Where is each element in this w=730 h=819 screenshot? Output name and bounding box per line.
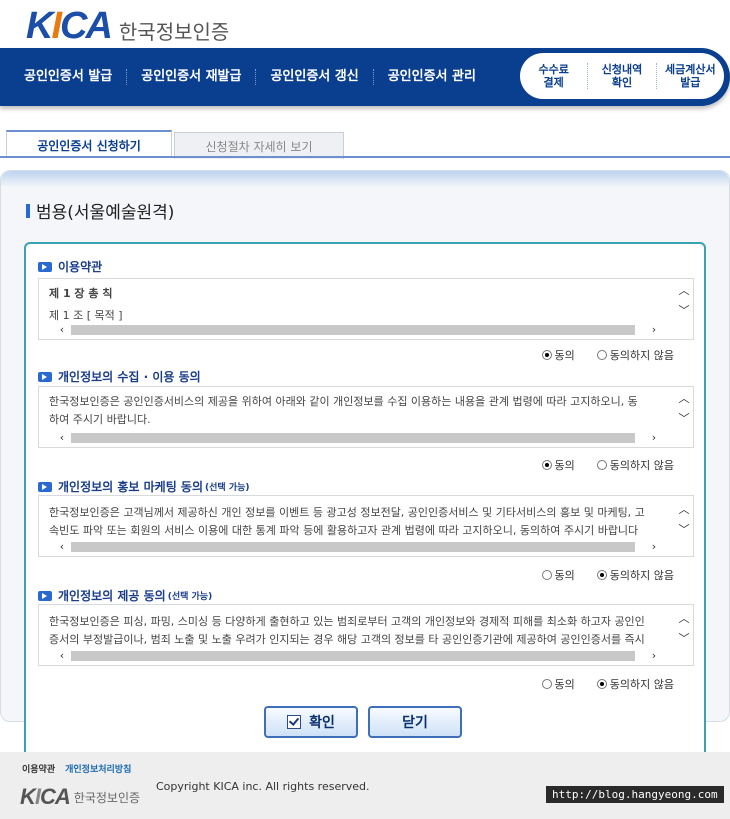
section-title-marketing: 개인정보의 홍보 마케팅 동의 (선택 가능)	[38, 478, 250, 495]
scroll-right-icon[interactable]: ›	[647, 324, 661, 336]
scroll-down-icon[interactable]: ﹀	[677, 633, 691, 645]
footer: 이용약관 개인정보처리방침 KICA 한국정보인증 Copyright KICA…	[0, 752, 730, 819]
nav-item-renew[interactable]: 공인인증서 갱신	[256, 69, 374, 85]
scroll-up-icon[interactable]: ︿	[677, 285, 691, 297]
scroll-thumb[interactable]	[71, 651, 635, 661]
provision-consent: 동의 동의하지 않음	[541, 676, 674, 692]
scroll-up-icon[interactable]: ︿	[677, 613, 691, 625]
section-title-privacy-collection: 개인정보의 수집 · 이용 동의	[38, 368, 201, 385]
close-button[interactable]: 닫기	[368, 706, 462, 738]
copyright: Copyright KICA inc. All rights reserved.	[156, 780, 370, 793]
scroll-down-icon[interactable]: ﹀	[677, 413, 691, 425]
scroll-thumb[interactable]	[71, 433, 635, 443]
kica-logo[interactable]: KICA 한국정보인증	[26, 6, 229, 46]
footer-link-privacy[interactable]: 개인정보처리방침	[65, 762, 131, 775]
terms-textbox[interactable]: 제 1 장 총 칙 제 1 조 [ 목적 ] ︿ ﹀ ‹ ›	[38, 278, 694, 340]
tab-bar: 공인인증서 신청하기 신청절차 자세히 보기	[6, 130, 344, 159]
scroll-thumb[interactable]	[71, 325, 635, 335]
scroll-left-icon[interactable]: ‹	[55, 650, 69, 662]
scroll-down-icon[interactable]: ﹀	[677, 524, 691, 536]
terms-agree-radio[interactable]: 동의	[541, 347, 575, 363]
provision-disagree-radio[interactable]: 동의하지 않음	[596, 676, 674, 692]
horizontal-scrollbar[interactable]: ‹ ›	[39, 647, 677, 665]
page-title: 범용(서울예술원격)	[26, 198, 174, 223]
logo-name: 한국정보인증	[118, 19, 230, 44]
scroll-left-icon[interactable]: ‹	[55, 432, 69, 444]
logo-mark: KICA	[26, 5, 113, 47]
play-icon	[38, 371, 52, 382]
play-icon	[38, 261, 52, 272]
scroll-up-icon[interactable]: ︿	[677, 393, 691, 405]
scroll-down-icon[interactable]: ﹀	[677, 305, 691, 317]
scroll-right-icon[interactable]: ›	[647, 650, 661, 662]
scroll-thumb[interactable]	[71, 542, 635, 552]
nav-item-reissue[interactable]: 공인인증서 재발급	[127, 69, 257, 85]
sub-nav-fee-payment[interactable]: 수수료 결제	[520, 63, 589, 89]
action-buttons: 확인 닫기	[264, 706, 462, 738]
scroll-up-icon[interactable]: ︿	[677, 504, 691, 516]
horizontal-scrollbar[interactable]: ‹ ›	[39, 429, 677, 447]
privacy-collection-textbox[interactable]: 한국정보인증은 공인인증서비스의 제공을 위하여 아래와 같이 개인정보를 수집…	[38, 386, 694, 448]
marketing-textbox[interactable]: 한국정보인증은 고객님께서 제공하신 개인 정보를 이벤트 등 광고성 정보전달…	[38, 495, 694, 557]
checkbox-icon	[287, 715, 302, 729]
sub-nav-application-history[interactable]: 신청내역 확인	[588, 63, 657, 89]
marketing-disagree-radio[interactable]: 동의하지 않음	[596, 567, 674, 583]
marketing-consent: 동의 동의하지 않음	[541, 567, 674, 583]
confirm-button[interactable]: 확인	[264, 706, 358, 738]
privacy-collection-consent: 동의 동의하지 않음	[541, 457, 674, 473]
vertical-scrollbar[interactable]: ︿ ﹀	[675, 279, 693, 323]
watermark: http://blog.hangyeong.com	[546, 786, 724, 803]
nav-item-manage[interactable]: 공인인증서 관리	[374, 69, 490, 85]
section-title-terms: 이용약관	[38, 258, 102, 275]
terms-disagree-radio[interactable]: 동의하지 않음	[596, 347, 674, 363]
privacy-collection-agree-radio[interactable]: 동의	[541, 457, 575, 473]
tab-divider	[0, 156, 730, 158]
horizontal-scrollbar[interactable]: ‹ ›	[39, 321, 677, 339]
main-navbar: 공인인증서 발급 공인인증서 재발급 공인인증서 갱신 공인인증서 관리 수수료…	[0, 48, 730, 106]
horizontal-scrollbar[interactable]: ‹ ›	[39, 538, 677, 556]
scroll-right-icon[interactable]: ›	[647, 432, 661, 444]
vertical-scrollbar[interactable]: ︿ ﹀	[675, 387, 693, 431]
scroll-right-icon[interactable]: ›	[647, 541, 661, 553]
vertical-scrollbar[interactable]: ︿ ﹀	[675, 496, 693, 540]
nav-item-issue[interactable]: 공인인증서 발급	[0, 69, 128, 85]
provision-textbox[interactable]: 한국정보인증은 피싱, 파밍, 스미싱 등 다양하게 출현하고 있는 범죄로부터…	[38, 604, 694, 666]
main-nav: 공인인증서 발급 공인인증서 재발급 공인인증서 갱신 공인인증서 관리	[0, 48, 490, 106]
terms-consent: 동의 동의하지 않음	[541, 347, 674, 363]
sub-nav-tax-invoice[interactable]: 세금계산서 발급	[657, 63, 724, 89]
section-title-provision: 개인정보의 제공 동의 (선택 가능)	[38, 587, 212, 604]
tab-procedure[interactable]: 신청절차 자세히 보기	[174, 132, 344, 159]
provision-agree-radio[interactable]: 동의	[541, 676, 575, 692]
footer-link-terms[interactable]: 이용약관	[22, 762, 55, 775]
tab-apply[interactable]: 공인인증서 신청하기	[6, 130, 172, 158]
footer-links: 이용약관 개인정보처리방침	[22, 762, 131, 775]
play-icon	[38, 481, 52, 492]
privacy-collection-disagree-radio[interactable]: 동의하지 않음	[596, 457, 674, 473]
play-icon	[38, 590, 52, 601]
footer-logo: KICA 한국정보인증	[20, 784, 141, 809]
vertical-scrollbar[interactable]: ︿ ﹀	[675, 605, 693, 649]
scroll-left-icon[interactable]: ‹	[55, 541, 69, 553]
scroll-left-icon[interactable]: ‹	[55, 324, 69, 336]
sub-nav: 수수료 결제 신청내역 확인 세금계산서 발급	[520, 53, 724, 99]
marketing-agree-radio[interactable]: 동의	[541, 567, 575, 583]
